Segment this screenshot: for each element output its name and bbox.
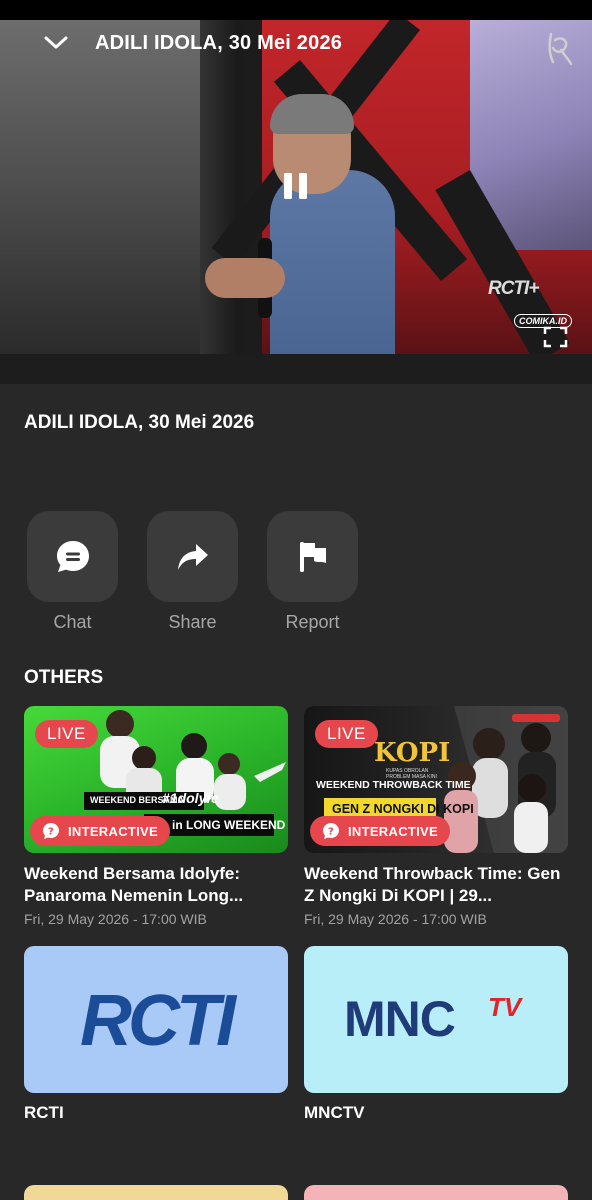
chat-action[interactable]: Chat — [27, 511, 118, 633]
interactive-badge: ? INTERACTIVE — [30, 816, 170, 846]
channel-logo-text: RCTI — [80, 981, 238, 1061]
thumb-tag: #1dolyfe — [162, 790, 219, 806]
live-badge: LIVE — [315, 720, 378, 748]
question-bubble-icon: ? — [323, 823, 339, 839]
chevron-down-icon[interactable] — [44, 33, 68, 51]
status-bar — [0, 0, 592, 20]
chat-label: Chat — [53, 612, 92, 632]
fullscreen-icon[interactable] — [543, 326, 568, 348]
channel-bug: RCTI+ — [488, 278, 539, 299]
interactive-label: INTERACTIVE — [68, 823, 158, 839]
live-badge: LIVE — [35, 720, 98, 748]
channel-name: RCTI — [24, 1103, 64, 1122]
card-thumbnail[interactable]: WEEKEND BERSAMA #1dolyfe in LONG WEEKEND… — [24, 706, 288, 853]
player-title: ADILI IDOLA, 30 Mei 2026 — [95, 32, 343, 54]
share-action[interactable]: Share — [147, 511, 238, 633]
card-title[interactable]: Weekend Throwback Time: Gen Z Nongki Di … — [304, 863, 568, 907]
card-title[interactable]: Weekend Bersama Idolyfe: Panaroma Nemeni… — [24, 863, 288, 907]
speaker-hand — [205, 258, 285, 298]
channel-name: MNCTV — [304, 1103, 365, 1122]
video-title: ADILI IDOLA, 30 Mei 2026 — [24, 412, 255, 433]
thumb-text-bottom: GEN Z NONGKI DI KOPI — [332, 802, 474, 816]
pause-icon[interactable] — [282, 171, 309, 201]
channel-logo-sup: TV — [488, 992, 524, 1022]
svg-text:?: ? — [328, 827, 334, 838]
share-label: Share — [168, 612, 217, 632]
speaker-hair — [270, 94, 354, 134]
card-date: Fri, 29 May 2026 - 17:00 WIB — [304, 911, 487, 927]
interactive-badge: ? INTERACTIVE — [310, 816, 450, 846]
rcti-logo: RCTI — [80, 981, 242, 1061]
channel-logo-box[interactable]: MNC TV — [304, 946, 568, 1093]
svg-text:?: ? — [48, 827, 54, 838]
card-date: Fri, 29 May 2026 - 17:00 WIB — [24, 911, 207, 927]
channel-card-mnctv[interactable]: MNC TV MNCTV — [304, 946, 568, 1123]
question-bubble-icon: ? — [43, 823, 59, 839]
mnctv-logo: MNC TV — [344, 991, 524, 1047]
flag-icon — [299, 541, 326, 572]
player-divider — [0, 354, 592, 384]
chat-bubble-icon — [56, 540, 89, 572]
channel-card-peek[interactable] — [24, 1185, 288, 1200]
channel-card-peek[interactable] — [304, 1185, 568, 1200]
channel-card-rcti[interactable]: RCTI RCTI — [24, 946, 288, 1123]
thumb-brand: KOPI — [374, 738, 451, 768]
report-label: Report — [285, 612, 340, 632]
thumb-text-bottom: in LONG WEEKEND — [172, 818, 286, 832]
stage-background — [0, 20, 200, 354]
brand-logo-icon — [548, 32, 573, 66]
chat-button[interactable] — [27, 511, 118, 602]
report-action[interactable]: Report — [267, 511, 358, 633]
others-card-1[interactable]: WEEKEND BERSAMA #1dolyfe in LONG WEEKEND… — [24, 706, 288, 927]
share-arrow-icon — [177, 543, 208, 570]
card-thumbnail[interactable]: KOPI KUPAS OBROLAN PROBLEM MASA KINI WEE… — [304, 706, 568, 853]
share-button[interactable] — [147, 511, 238, 602]
thumb-text-top: WEEKEND THROWBACK TIME — [316, 779, 471, 791]
others-card-2[interactable]: KOPI KUPAS OBROLAN PROBLEM MASA KINI WEE… — [304, 706, 568, 927]
report-button[interactable] — [267, 511, 358, 602]
others-heading: OTHERS — [24, 667, 104, 688]
channel-logo-box[interactable]: RCTI — [24, 946, 288, 1093]
interactive-label: INTERACTIVE — [348, 823, 438, 839]
channel-logo-text: MNC — [344, 991, 455, 1047]
